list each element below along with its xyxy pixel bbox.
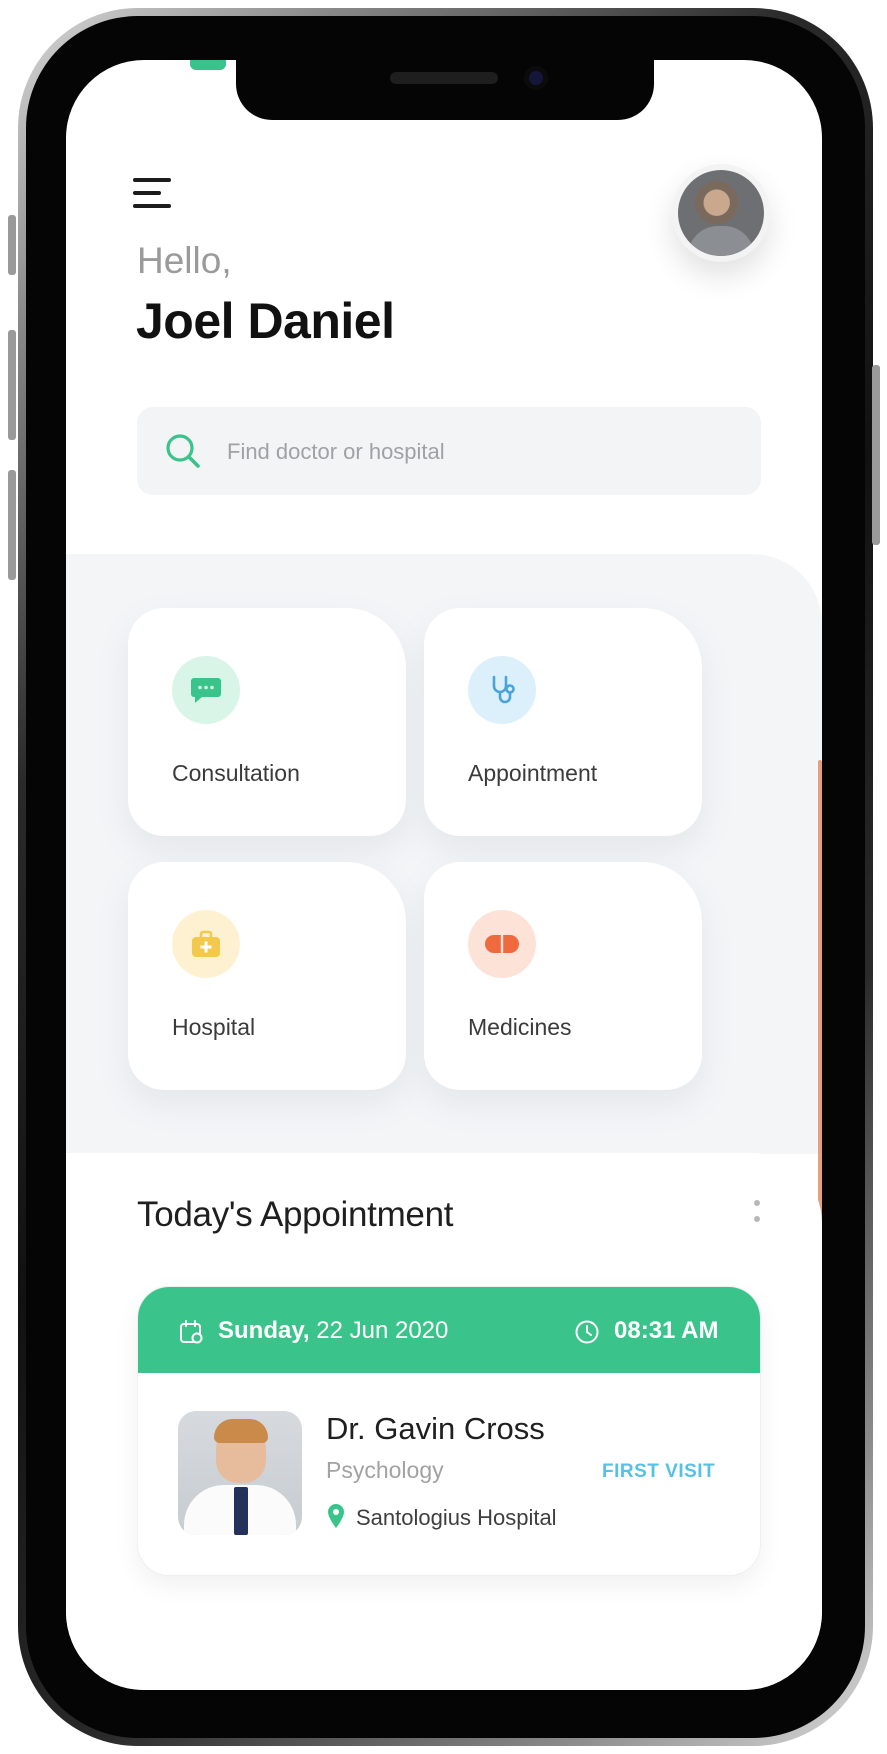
service-card-consultation[interactable]: Consultation bbox=[128, 608, 406, 836]
service-label: Hospital bbox=[172, 1014, 256, 1040]
user-name: Joel Daniel bbox=[136, 293, 395, 349]
consultation-icon-wrap bbox=[172, 656, 240, 724]
avatar-photo bbox=[678, 170, 764, 256]
calendar-icon bbox=[180, 1320, 203, 1344]
service-label: Medicines bbox=[468, 1014, 572, 1040]
clock-icon bbox=[575, 1320, 599, 1344]
service-card-hospital[interactable]: Hospital bbox=[128, 862, 406, 1090]
doctor-specialty: Psychology bbox=[326, 1457, 444, 1483]
appointment-date-value: 22 Jun 2020 bbox=[316, 1317, 449, 1344]
appointment-date: Sunday, 22 Jun 2020 bbox=[218, 1317, 448, 1345]
profile-avatar[interactable] bbox=[672, 164, 770, 262]
status-indicator bbox=[190, 60, 226, 70]
doctor-name: Dr. Gavin Cross bbox=[326, 1411, 545, 1446]
speaker bbox=[390, 72, 498, 84]
search-placeholder: Find doctor or hospital bbox=[227, 439, 445, 464]
greeting-text: Hello, bbox=[137, 240, 232, 281]
scroll-accent bbox=[818, 760, 822, 1240]
power-button bbox=[872, 365, 880, 545]
appointment-icon-wrap bbox=[468, 656, 536, 724]
appointment-header: Sunday, 22 Jun 2020 08:31 AM bbox=[138, 1287, 760, 1373]
hospital-name: Santologius Hospital bbox=[356, 1505, 557, 1530]
appointment-card[interactable]: Sunday, 22 Jun 2020 08:31 AM Dr. Gavin C… bbox=[137, 1286, 761, 1576]
service-label: Consultation bbox=[172, 760, 300, 786]
silent-switch bbox=[8, 470, 16, 580]
volume-down-button bbox=[8, 330, 16, 440]
service-label: Appointment bbox=[468, 760, 598, 786]
stethoscope-icon bbox=[492, 675, 515, 704]
medicines-icon-wrap bbox=[468, 910, 536, 978]
hospital-icon-wrap bbox=[172, 910, 240, 978]
volume-up-button bbox=[8, 215, 16, 275]
more-options-icon[interactable] bbox=[748, 1194, 766, 1234]
doctor-photo bbox=[178, 1411, 302, 1535]
service-card-medicines[interactable]: Medicines bbox=[424, 862, 702, 1090]
section-title: Today's Appointment bbox=[137, 1195, 454, 1234]
location-pin-icon bbox=[328, 1504, 344, 1528]
search-bar[interactable]: Find doctor or hospital bbox=[137, 407, 761, 495]
medical-case-icon bbox=[192, 930, 220, 957]
service-card-appointment[interactable]: Appointment bbox=[424, 608, 702, 836]
services-panel: Consultation Appointment Hospital Medici… bbox=[66, 554, 822, 1154]
front-camera bbox=[524, 66, 548, 90]
chat-bubble-icon bbox=[191, 678, 221, 703]
app-screen: Hello, Joel Daniel Find doctor or hospit… bbox=[66, 60, 822, 1690]
appointment-day: Sunday, bbox=[218, 1317, 310, 1344]
pill-icon bbox=[485, 935, 519, 953]
visit-type-badge: FIRST VISIT bbox=[602, 1461, 716, 1482]
search-icon bbox=[166, 434, 200, 468]
notch bbox=[236, 60, 654, 120]
appointment-time: 08:31 AM bbox=[614, 1317, 719, 1344]
hamburger-menu-icon[interactable] bbox=[133, 178, 173, 212]
